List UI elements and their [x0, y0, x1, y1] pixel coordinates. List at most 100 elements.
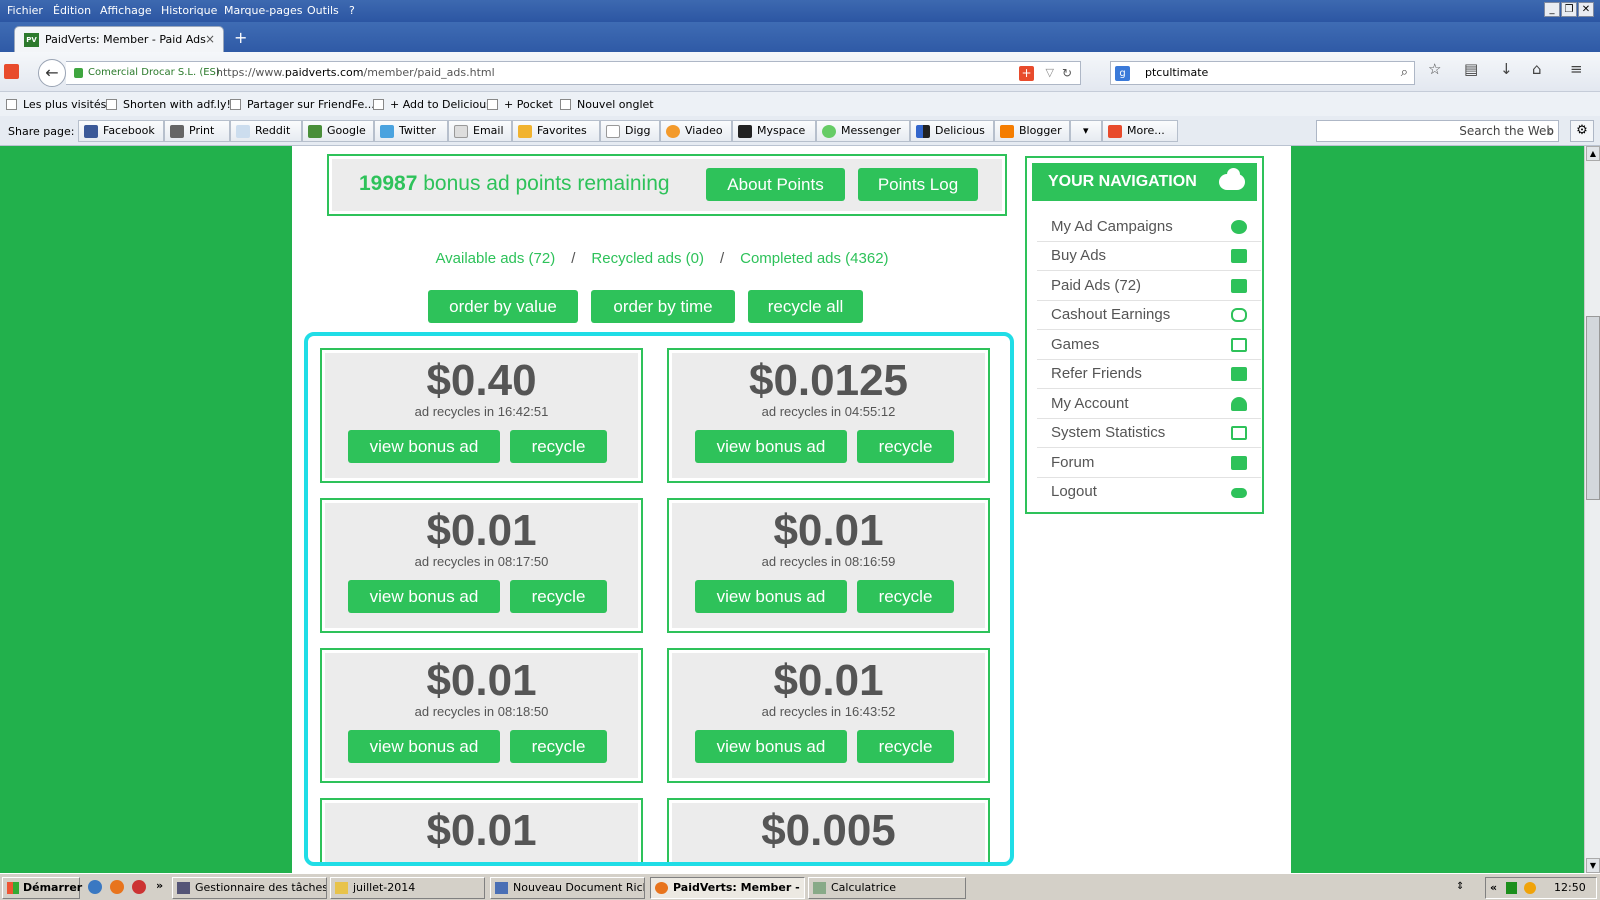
view-bonus-ad-button[interactable]: view bonus ad [695, 580, 847, 613]
tray-arrows-icon[interactable]: ⇕ [1456, 881, 1464, 892]
taskbar-task-manager[interactable]: Gestionnaire des tâches ... [172, 877, 327, 899]
close-window-button[interactable]: ✕ [1578, 2, 1594, 17]
recycle-button[interactable]: recycle [510, 430, 607, 463]
bookmark-star-icon[interactable]: ☆ [1428, 60, 1441, 78]
web-search-icon[interactable]: ⌕ [1547, 121, 1554, 141]
menu-edition[interactable]: Édition [53, 4, 91, 17]
nav-logout[interactable]: Logout [1037, 477, 1261, 507]
tray-expand-button[interactable]: « [1490, 878, 1497, 898]
share-print-button[interactable]: Print [164, 120, 230, 142]
vertical-scrollbar[interactable]: ▲ ▼ [1584, 146, 1600, 873]
tray-green-icon[interactable] [1506, 882, 1517, 894]
nav-my-ad-campaigns[interactable]: My Ad Campaigns [1037, 212, 1261, 242]
recycle-button[interactable]: recycle [857, 430, 954, 463]
nav-forum[interactable]: Forum [1037, 448, 1261, 478]
view-bonus-ad-button[interactable]: view bonus ad [348, 430, 500, 463]
share-digg-button[interactable]: Digg [600, 120, 660, 142]
bookmark-adfly[interactable]: Shorten with adf.ly! [106, 98, 231, 111]
bookmark-delicious[interactable]: + Add to Delicious [373, 98, 492, 111]
back-button[interactable]: ← [38, 59, 66, 87]
bookmarks-menu-icon[interactable]: ▤ [1464, 60, 1478, 78]
firefox-icon[interactable] [110, 880, 124, 894]
nav-games[interactable]: Games [1037, 330, 1261, 360]
share-favorites-button[interactable]: Favorites [512, 120, 600, 142]
recycle-button[interactable]: recycle [510, 730, 607, 763]
addon-plus-icon[interactable]: + [1019, 66, 1034, 81]
taskbar-firefox[interactable]: PaidVerts: Member - ... [650, 877, 805, 899]
recycle-button[interactable]: recycle [510, 580, 607, 613]
url-dropdown-icon[interactable]: ▽ [1046, 62, 1054, 84]
search-input[interactable]: ptcultimate [1145, 62, 1208, 84]
home-icon[interactable]: ⌂ [1532, 60, 1542, 78]
media-icon[interactable] [132, 880, 146, 894]
bookmark-pocket[interactable]: + Pocket [487, 98, 553, 111]
quicklaunch-chevron[interactable]: » [156, 879, 163, 892]
search-bar[interactable]: g ptcultimate ⌕ [1110, 61, 1415, 85]
reload-icon[interactable]: ↻ [1062, 62, 1072, 84]
nav-refer-friends[interactable]: Refer Friends [1037, 359, 1261, 389]
close-tab-icon[interactable]: × [205, 27, 215, 52]
url-bar[interactable]: Comercial Drocar S.L. (ES) https://www.p… [66, 61, 1081, 85]
points-log-button[interactable]: Points Log [858, 168, 978, 201]
view-bonus-ad-button[interactable]: view bonus ad [348, 580, 500, 613]
nav-buy-ads[interactable]: Buy Ads [1037, 241, 1261, 271]
order-by-value-button[interactable]: order by value [428, 290, 578, 323]
nav-my-account[interactable]: My Account [1037, 389, 1261, 419]
taskbar-calculator[interactable]: Calculatrice [808, 877, 966, 899]
share-reddit-button[interactable]: Reddit [230, 120, 302, 142]
downloads-icon[interactable]: ↓ [1500, 60, 1513, 78]
nav-cashout-earnings[interactable]: Cashout Earnings [1037, 300, 1261, 330]
recycled-ads-link[interactable]: Recycled ads (0) [591, 250, 704, 267]
taskbar-folder[interactable]: juillet-2014 [330, 877, 485, 899]
nav-system-statistics[interactable]: System Statistics [1037, 418, 1261, 448]
start-button[interactable]: Démarrer [2, 877, 82, 899]
menu-outils[interactable]: Outils [307, 4, 339, 17]
menu-marque-pages[interactable]: Marque-pages [224, 4, 302, 17]
maximize-button[interactable]: ❐ [1561, 2, 1577, 17]
web-search-input[interactable]: Search the Web ⌕ [1316, 120, 1559, 142]
minimize-button[interactable]: _ [1544, 2, 1560, 17]
share-more-button[interactable]: More... [1102, 120, 1178, 142]
ie-icon[interactable] [88, 880, 102, 894]
menu-fichier[interactable]: Fichier [7, 4, 43, 17]
addon-menu-icon[interactable] [4, 64, 19, 79]
recycle-all-button[interactable]: recycle all [748, 290, 863, 323]
bookmark-new-tab[interactable]: Nouvel onglet [560, 98, 654, 111]
about-points-button[interactable]: About Points [706, 168, 845, 201]
recycle-button[interactable]: recycle [857, 580, 954, 613]
share-google-button[interactable]: Google [302, 120, 374, 142]
view-bonus-ad-button[interactable]: view bonus ad [348, 730, 500, 763]
google-icon[interactable]: g [1115, 66, 1130, 81]
share-blogger-button[interactable]: Blogger [994, 120, 1070, 142]
share-twitter-button[interactable]: Twitter [374, 120, 448, 142]
scroll-up-icon[interactable]: ▲ [1586, 146, 1600, 161]
view-bonus-ad-button[interactable]: view bonus ad [695, 730, 847, 763]
menu-affichage[interactable]: Affichage [100, 4, 152, 17]
scroll-down-icon[interactable]: ▼ [1586, 858, 1600, 873]
bookmark-friendfeed[interactable]: Partager sur FriendFe... [230, 98, 375, 111]
available-ads-link[interactable]: Available ads (72) [435, 250, 555, 267]
menu-historique[interactable]: Historique [161, 4, 217, 17]
share-email-button[interactable]: Email [448, 120, 512, 142]
order-by-time-button[interactable]: order by time [591, 290, 735, 323]
share-myspace-button[interactable]: Myspace [732, 120, 816, 142]
new-tab-button[interactable]: + [234, 28, 247, 47]
gear-icon[interactable]: ⚙ [1570, 120, 1594, 142]
bookmark-most-visited[interactable]: Les plus visités [6, 98, 106, 111]
completed-ads-link[interactable]: Completed ads (4362) [740, 250, 888, 267]
hamburger-menu-icon[interactable]: ≡ [1570, 60, 1583, 78]
share-delicious-button[interactable]: Delicious [910, 120, 994, 142]
tab-paidverts[interactable]: PV PaidVerts: Member - Paid Ads × [14, 26, 224, 52]
share-messenger-button[interactable]: Messenger [816, 120, 910, 142]
recycle-button[interactable]: recycle [857, 730, 954, 763]
menu-help[interactable]: ? [349, 4, 355, 17]
share-facebook-button[interactable]: Facebook [78, 120, 164, 142]
scroll-thumb[interactable] [1586, 316, 1600, 500]
search-icon[interactable]: ⌕ [1401, 62, 1408, 84]
share-dropdown-button[interactable]: ▾ [1070, 120, 1102, 142]
share-viadeo-button[interactable]: Viadeo [660, 120, 732, 142]
tray-orange-icon[interactable] [1524, 882, 1536, 894]
view-bonus-ad-button[interactable]: view bonus ad [695, 430, 847, 463]
taskbar-wordpad[interactable]: Nouveau Document Rich ... [490, 877, 645, 899]
nav-paid-ads[interactable]: Paid Ads (72) [1037, 271, 1261, 301]
